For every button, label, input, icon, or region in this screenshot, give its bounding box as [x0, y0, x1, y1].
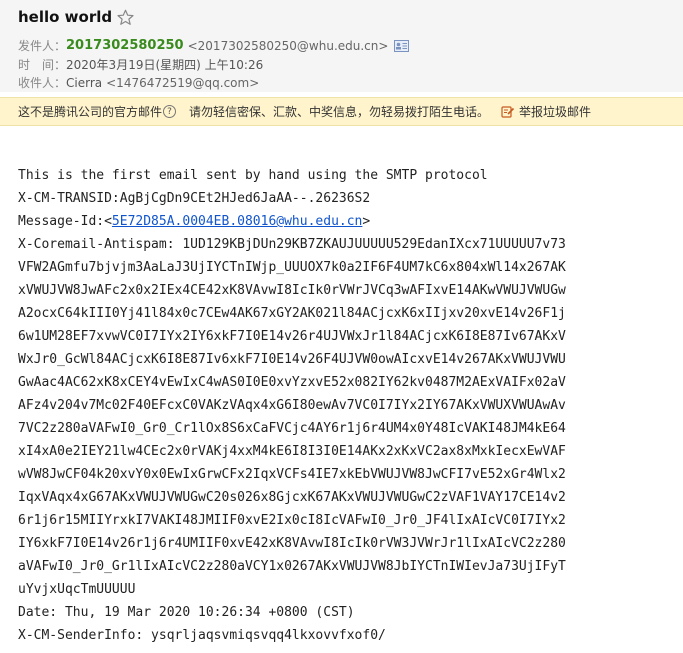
antispam-line: 6r1j6r15MIIYrxkI7VAKI48JMIIF0xvE2Ix0cI8I…	[18, 513, 566, 528]
message-id-link[interactable]: 5E72D85A.0004EB.08016@whu.edu.cn	[112, 214, 362, 229]
header-message-id: Message-Id:<5E72D85A.0004EB.08016@whu.ed…	[18, 212, 678, 235]
antispam-line: xI4xA0e2IEY21lw4CEc2x0rVAKj4xxM4kE6I8I3I…	[18, 444, 566, 459]
header-transid: X-CM-TRANSID:AgBjCgDn9CEt2HJed6JaAA--.26…	[18, 191, 371, 206]
sender-address: <2017302580250@whu.edu.cn>	[187, 38, 389, 53]
mail-header: hello world 发件人： 2017302580250 <20173025…	[0, 0, 683, 92]
to-row: 收件人： Cierra <1476472519@qq.com>	[18, 74, 259, 91]
antispam-line: A2ocxC64kIII0Yj41l84x0c7CEw4AK67xGY2AK02…	[18, 306, 566, 321]
message-id-prefix: Message-Id:<	[18, 214, 112, 229]
antispam-line: IY6xkF7I0E14v26r1j6r4UMIIF0xvE42xK8VAvwI…	[18, 536, 566, 551]
from-row: 发件人： 2017302580250 <2017302580250@whu.ed…	[18, 37, 410, 54]
antispam-line: VFW2AGmfu7bjvjm3AaLaJ3UjIYCTnIWjp_UUUOX7…	[18, 260, 566, 275]
antispam-line: AFz4v204v7Mc02F40EFcxC0VAKzVAqx4xG6I80ew…	[18, 398, 566, 413]
antispam-line: IqxVAqx4xG67AKxVWUJVWUGwC20s026x8GjcxK67…	[18, 490, 566, 505]
report-spam-link[interactable]: 举报垃圾邮件	[501, 103, 591, 120]
antispam-line: GwAac4AC62xK8xCEY4vEwIxC4wAS0I0E0xvYzxvE…	[18, 375, 566, 390]
antispam-line: wVW8JwCF04k20xvY0x0EwIxGrwCFx2IqxVCFs4IE…	[18, 467, 566, 482]
time-row: 时 间： 2020年3月19日(星期四) 上午10:26	[18, 56, 263, 73]
help-icon[interactable]: ?	[163, 105, 177, 118]
from-label: 发件人：	[18, 39, 67, 53]
notice-not-official: 这不是腾讯公司的官方邮件	[18, 105, 163, 119]
time-label: 时 间：	[18, 58, 67, 72]
report-icon	[501, 105, 515, 118]
antispam-line: WxJr0_GcWl84ACjcxK6I8E87Iv6xkF7I0E14v26F…	[18, 352, 566, 367]
header-sender-info: X-CM-SenderInfo: ysqrljaqsvmiqsvqq4lkxov…	[18, 628, 386, 643]
antispam-line: 7VC2z280aVAFwI0_Gr0_Cr1lOx8S6xCaFVCjc4AY…	[18, 421, 566, 436]
antispam-line: xVWUJVW8JwAFc2x0x2IEx4CE42xK8VAvwI8IcIk0…	[18, 283, 566, 298]
antispam-line: 6w1UM28EF7xvwVC0I7IYx2IY6xkF7I0E14v26r4U…	[18, 329, 566, 344]
header-date: Date: Thu, 19 Mar 2020 10:26:34 +0800 (C…	[18, 605, 355, 620]
mail-subject: hello world	[18, 8, 113, 26]
recipient-name[interactable]: Cierra	[66, 76, 102, 90]
mail-body: This is the first email sent by hand usi…	[18, 166, 678, 649]
security-notice-bar: 这不是腾讯公司的官方邮件 ? 请勿轻信密保、汇款、中奖信息，勿轻易拨打陌生电话。…	[0, 97, 683, 126]
report-spam-label: 举报垃圾邮件	[519, 105, 592, 119]
body-intro: This is the first email sent by hand usi…	[18, 168, 488, 183]
contact-card-icon[interactable]	[394, 39, 410, 52]
star-icon[interactable]	[117, 9, 134, 26]
message-id-suffix: >	[362, 214, 371, 229]
antispam-line: uYvjxUqcTmUUUUU	[18, 582, 136, 597]
sender-name[interactable]: 2017302580250	[66, 38, 184, 53]
notice-warning: 请勿轻信密保、汇款、中奖信息，勿轻易拨打陌生电话。	[189, 105, 490, 119]
to-label: 收件人：	[18, 76, 67, 90]
time-value: 2020年3月19日(星期四) 上午10:26	[66, 58, 264, 72]
subject-row: hello world	[18, 8, 134, 26]
recipient-address: <1476472519@qq.com>	[106, 75, 260, 90]
antispam-line: aVAFwI0_Jr0_Gr1lIxAIcVC2z280aVCY1x0267AK…	[18, 559, 566, 574]
antispam-line: X-Coremail-Antispam: 1UD129KBjDUn29KB7ZK…	[18, 237, 566, 252]
